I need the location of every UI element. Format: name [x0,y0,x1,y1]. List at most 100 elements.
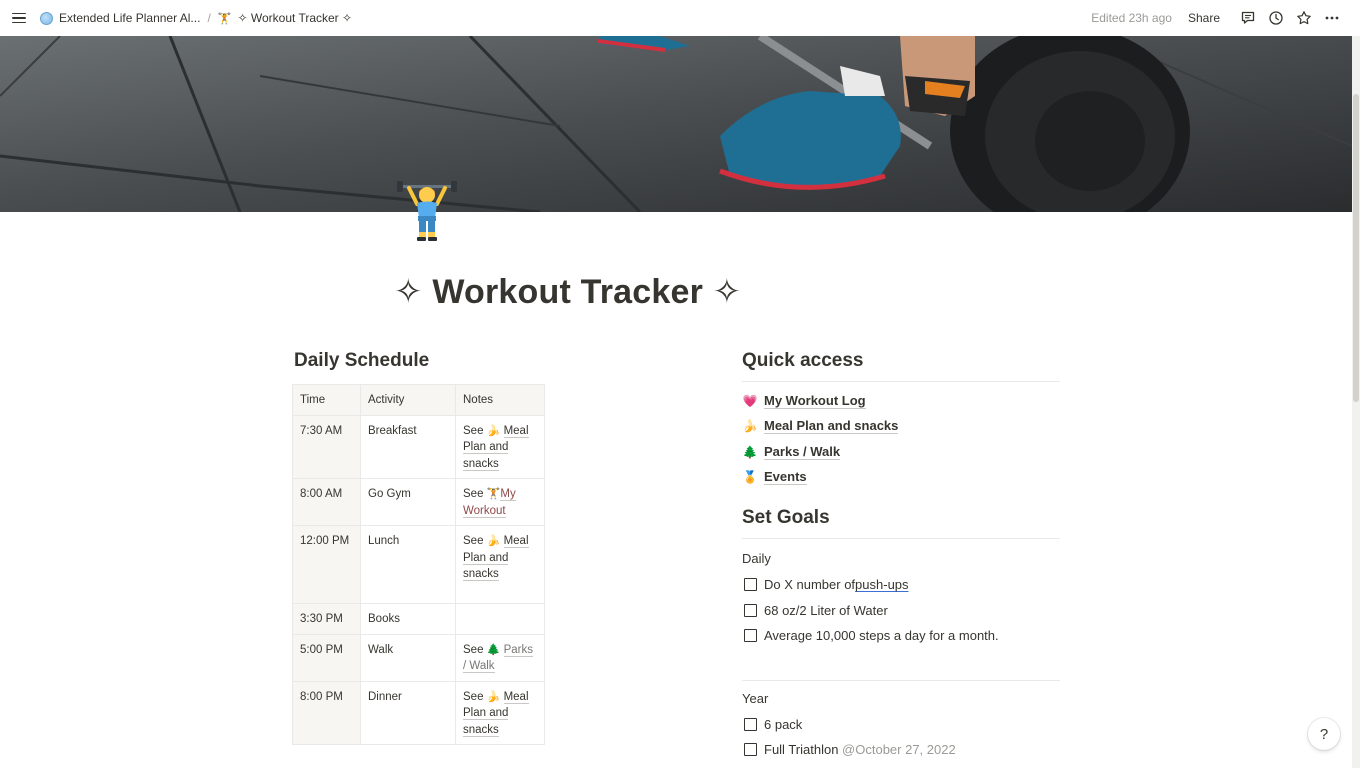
todo-text-underlined[interactable]: push-ups [855,577,908,592]
column-header-notes[interactable]: Notes [455,384,545,416]
activity-cell[interactable]: Dinner [360,680,456,745]
activity-cell[interactable]: Go Gym [360,478,456,526]
todo-checkbox[interactable] [744,629,757,643]
cover-image[interactable] [0,36,1352,212]
breadcrumb-parent[interactable]: Extended Life Planner Al... [36,9,204,27]
favorite-star-icon[interactable] [1290,4,1318,32]
todo-text[interactable]: 6 pack [764,717,802,732]
breadcrumb-current[interactable]: 🏋️ ✧ Workout Tracker ✧ [214,9,356,27]
breadcrumb-separator: / [207,11,211,25]
more-options-icon[interactable] [1318,4,1346,32]
sidebar-menu-icon[interactable] [10,9,28,27]
todo-item: 6 pack [742,712,1060,738]
todo-checkbox[interactable] [744,603,757,617]
daily-goals-label[interactable]: Daily [742,551,1060,569]
daily-schedule-table: Time Activity Notes 7:30 AM Breakfast Se… [292,384,545,745]
banana-icon: 🍌 [486,424,501,437]
activity-cell[interactable]: Books [360,603,456,635]
notes-cell[interactable]: See 🍌 Meal Plan and snacks [455,414,545,479]
column-header-activity[interactable]: Activity [360,384,456,416]
heart-icon: 💗 [742,393,758,408]
quick-access-label: Meal Plan and snacks [764,418,899,435]
table-row: 8:00 PM Dinner See 🍌 Meal Plan and snack… [292,680,545,745]
divider [742,538,1060,539]
topbar-actions: Edited 23h ago Share [1091,0,1346,36]
year-goals-list: 6 pack Full Triathlon @October 27, 2022 [742,712,1060,763]
breadcrumb-current-label: ✧ Workout Tracker ✧ [237,11,353,25]
todo-checkbox[interactable] [744,743,757,757]
edited-timestamp: Edited 23h ago [1091,11,1172,25]
page-scrollbar[interactable] [1352,36,1360,768]
table-row: 3:30 PM Books [292,603,545,635]
page-title[interactable]: ✧ Workout Tracker ✧ [394,272,741,312]
weightlifter-icon: 🏋️ [217,12,232,25]
table-row: 8:00 AM Go Gym See 🏋️My Workout [292,478,545,526]
quick-access-heading[interactable]: Quick access [742,350,1060,375]
todo-text[interactable]: Average 10,000 steps a day for a month. [764,628,999,643]
table-row: 7:30 AM Breakfast See 🍌 Meal Plan and sn… [292,414,545,479]
activity-cell[interactable]: Walk [360,633,456,682]
see-label: See [463,488,484,500]
banana-icon: 🍌 [742,419,758,434]
notes-cell[interactable]: See 🌲 Parks / Walk [455,633,545,682]
todo-checkbox[interactable] [744,578,757,592]
quick-access-label: Parks / Walk [764,443,841,460]
table-header-row: Time Activity Notes [292,384,545,416]
breadcrumb: Extended Life Planner Al... / 🏋️ ✧ Worko… [36,0,356,36]
table-row: 5:00 PM Walk See 🌲 Parks / Walk [292,633,545,682]
daily-schedule-heading[interactable]: Daily Schedule [294,350,429,372]
date-mention[interactable]: @October 27, 2022 [842,742,956,757]
help-button[interactable]: ? [1308,718,1340,750]
quick-access-list: 💗 My Workout Log 🍌 Meal Plan and snacks … [742,388,1060,490]
time-cell[interactable]: 3:30 PM [292,603,361,635]
quick-access-meal-plan[interactable]: 🍌 Meal Plan and snacks [742,414,1060,440]
topbar: Extended Life Planner Al... / 🏋️ ✧ Worko… [0,0,1360,36]
quick-access-events[interactable]: 🏅 Events [742,465,1060,491]
activity-cell[interactable]: Breakfast [360,414,456,479]
woman-lifting-weights-icon[interactable] [395,176,459,244]
activity-cell[interactable]: Lunch [360,525,456,604]
see-label: See [463,690,484,703]
notes-cell[interactable]: See 🍌 Meal Plan and snacks [455,680,545,745]
scrollbar-thumb[interactable] [1353,94,1359,402]
daily-goals-list: Do X number of push-ups 68 oz/2 Liter of… [742,572,1060,649]
quick-access-my-workout-log[interactable]: 💗 My Workout Log [742,388,1060,414]
share-button[interactable]: Share [1188,11,1220,25]
notes-cell[interactable]: See 🏋️My Workout [455,478,545,526]
divider [742,381,1060,382]
time-cell[interactable]: 8:00 PM [292,680,361,745]
notes-cell[interactable]: See 🍌 Meal Plan and snacks [455,525,545,604]
time-cell[interactable]: 7:30 AM [292,414,361,479]
time-cell[interactable]: 5:00 PM [292,633,361,682]
quick-access-label: My Workout Log [764,392,866,409]
divider [742,679,1060,681]
todo-item: 68 oz/2 Liter of Water [742,598,1060,624]
set-goals-heading[interactable]: Set Goals [742,507,1060,532]
quick-access-label: Events [764,469,807,486]
todo-item: Average 10,000 steps a day for a month. [742,623,1060,649]
banana-icon: 🍌 [486,535,501,547]
comments-icon[interactable] [1234,4,1262,32]
evergreen-tree-icon: 🌲 [486,643,501,656]
history-clock-icon[interactable] [1262,4,1290,32]
globe-icon [40,11,53,25]
breadcrumb-parent-label: Extended Life Planner Al... [59,11,201,25]
evergreen-tree-icon: 🌲 [742,444,758,459]
see-label: See [463,535,484,547]
right-column: Quick access 💗 My Workout Log 🍌 Meal Pla… [742,350,1060,763]
see-label: See [463,424,484,437]
todo-text[interactable]: Do X number of [764,577,855,592]
todo-item: Do X number of push-ups [742,572,1060,598]
todo-checkbox[interactable] [744,717,757,731]
table-row: 12:00 PM Lunch See 🍌 Meal Plan and snack… [292,525,545,604]
banana-icon: 🍌 [486,690,501,703]
todo-text[interactable]: 68 oz/2 Liter of Water [764,603,888,618]
time-cell[interactable]: 8:00 AM [292,478,361,526]
year-goals-label[interactable]: Year [742,691,1060,709]
notes-cell[interactable] [455,603,545,635]
time-cell[interactable]: 12:00 PM [292,525,361,604]
column-header-time[interactable]: Time [292,384,361,416]
see-label: See [463,643,484,656]
quick-access-parks-walk[interactable]: 🌲 Parks / Walk [742,439,1060,465]
todo-text[interactable]: Full Triathlon [764,742,842,757]
